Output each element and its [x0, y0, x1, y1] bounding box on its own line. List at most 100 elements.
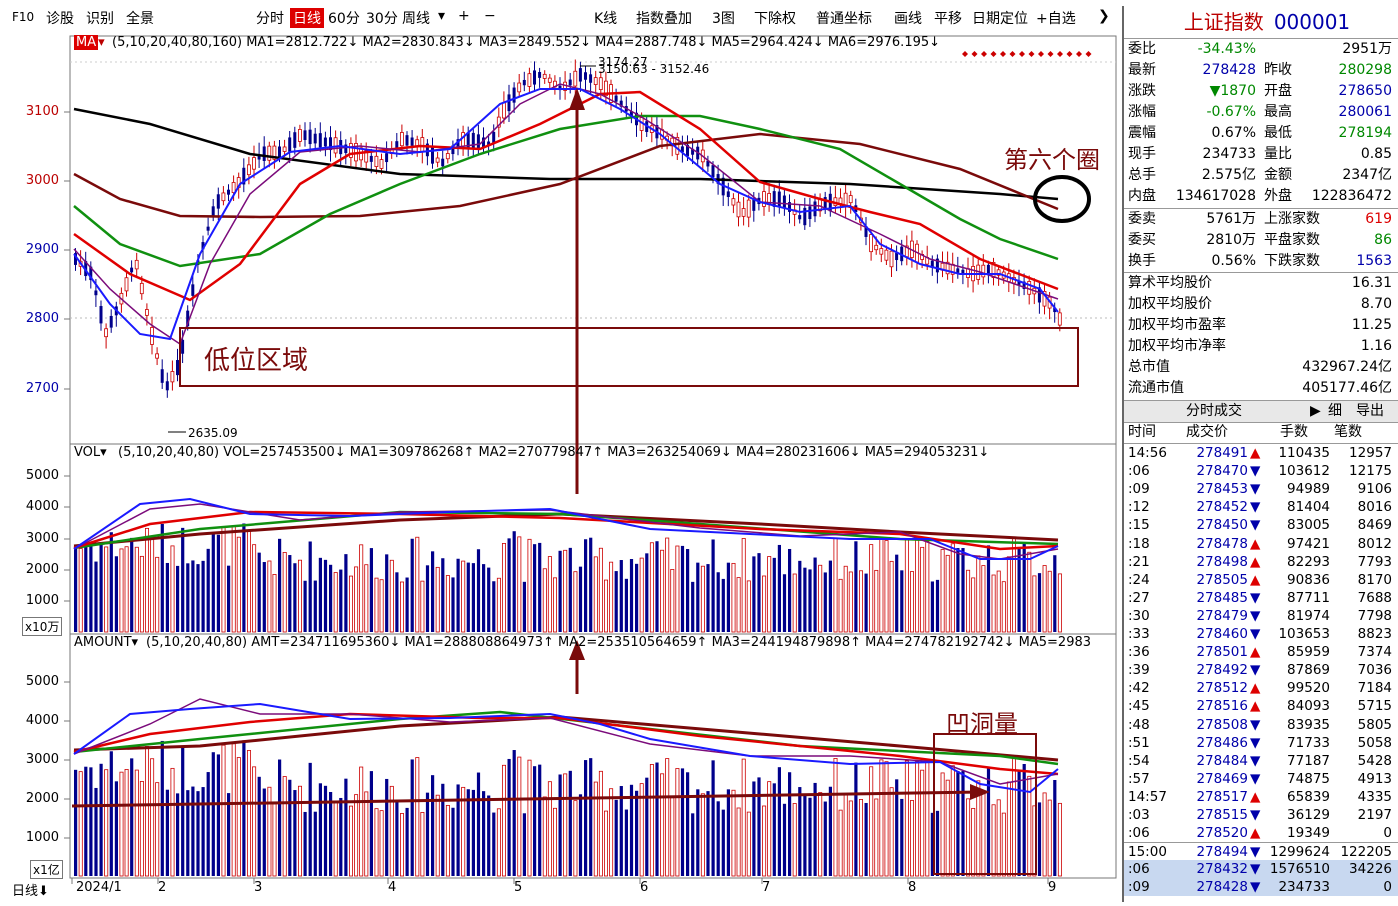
- watchlist-button[interactable]: +自选: [1036, 8, 1076, 28]
- tick-row: :15 278450 ▼ 83005 8469: [1124, 516, 1398, 534]
- tick-price: 278498: [1196, 553, 1248, 570]
- x-axis-label: 2024/1: [76, 880, 122, 895]
- candle: [318, 133, 322, 148]
- amount-bar: [139, 781, 144, 877]
- x-axis-label: 6: [640, 880, 649, 895]
- tick-volume: 84093: [1287, 698, 1330, 715]
- tick-row: :06 278432 ▼ 1576510 34226: [1124, 860, 1398, 879]
- amount-indicator-button[interactable]: AMOUNT▾: [74, 635, 138, 650]
- candle: [741, 208, 746, 217]
- ma-title: (5,10,20,40,80,160) MA1=2812.722↓ MA2=28…: [112, 35, 941, 50]
- quote-row: 委比 -34.43% 2951万: [1124, 39, 1398, 60]
- amount-bar: [991, 804, 996, 877]
- volume-bar: [920, 546, 925, 633]
- amount-bar: [94, 787, 98, 876]
- diagnose-button[interactable]: 诊股: [46, 8, 74, 28]
- tick-row: 14:57 278517 ▲ 65839 4335: [1124, 788, 1398, 806]
- tab-expand-icon[interactable]: ▶: [1310, 401, 1321, 422]
- volume-bar: [333, 572, 338, 633]
- index-overlay-button[interactable]: 指数叠加: [636, 8, 692, 28]
- export-button[interactable]: 导出: [1356, 401, 1384, 422]
- period-daily[interactable]: 日线: [290, 8, 324, 28]
- tab-detail[interactable]: 细: [1328, 401, 1342, 422]
- amount-bar: [231, 743, 236, 877]
- period-weekly[interactable]: 周线: [402, 8, 430, 28]
- zoom-in-button[interactable]: +: [458, 8, 470, 24]
- tick-count: 5805: [1357, 716, 1392, 733]
- period-30min[interactable]: 30分: [366, 8, 398, 28]
- bottom-period-tab[interactable]: 日线⬇: [12, 880, 49, 899]
- volume-bar: [155, 556, 160, 633]
- kline-chart[interactable]: [0, 34, 1120, 902]
- tick-count: 7374: [1357, 644, 1392, 661]
- candle: [227, 189, 230, 195]
- volume-bar: [568, 547, 572, 632]
- amount-bar: [691, 813, 695, 876]
- draw-line-button[interactable]: 画线: [894, 8, 922, 28]
- tick-direction-icon: ▲: [1250, 644, 1261, 661]
- amount-bar: [399, 813, 404, 877]
- volume-bar: [752, 556, 756, 632]
- volume-bar: [471, 563, 475, 632]
- pan-button[interactable]: 平移: [934, 8, 962, 28]
- volume-bar: [935, 579, 940, 632]
- volume-bar: [461, 560, 466, 633]
- amount-bar: [1047, 799, 1052, 877]
- candle: [507, 94, 511, 112]
- quote-label: 涨跌: [1128, 83, 1156, 99]
- tab-intraday-trades[interactable]: 分时成交: [1186, 401, 1242, 422]
- volume-bar: [818, 564, 823, 633]
- kline-button[interactable]: K线: [594, 8, 617, 28]
- tick-price: 278505: [1196, 571, 1248, 588]
- tick-count: 122205: [1340, 844, 1392, 861]
- f10-button[interactable]: F10: [12, 10, 34, 24]
- period-dropdown-icon[interactable]: ▾: [438, 8, 445, 24]
- candle: [568, 79, 572, 86]
- identify-button[interactable]: 识别: [86, 8, 114, 28]
- period-intraday[interactable]: 分时: [256, 8, 284, 28]
- tick-price: 278486: [1196, 734, 1248, 751]
- volume-bar: [492, 581, 496, 632]
- quote-label: 金额: [1264, 167, 1292, 183]
- volume-bar: [297, 559, 302, 633]
- volume-bar: [675, 545, 680, 633]
- amount-bar: [99, 763, 103, 876]
- vol-title: (5,10,20,40,80) VOL=257453500↓ MA1=30978…: [118, 445, 990, 460]
- coordinate-button[interactable]: 普通坐标: [816, 8, 872, 28]
- chart-area[interactable]: MA ▾ (5,10,20,40,80,160) MA1=2812.722↓ MA…: [0, 34, 1120, 902]
- period-60min[interactable]: 60分: [328, 8, 360, 28]
- volume-bar: [859, 570, 864, 633]
- amount-bar: [823, 801, 827, 876]
- collapse-panel-icon[interactable]: ❯: [1098, 8, 1110, 24]
- tick-direction-icon: ▼: [1250, 607, 1261, 624]
- volume-bar: [854, 541, 858, 632]
- volume-bar: [757, 553, 761, 632]
- candle: [130, 267, 134, 273]
- volume-bar: [348, 575, 353, 633]
- candle: [374, 155, 379, 167]
- amount-bar: [950, 765, 955, 877]
- vol-indicator-button[interactable]: VOL▾: [74, 445, 107, 460]
- tick-row: :18 278478 ▲ 97421 8012: [1124, 535, 1398, 553]
- ex-rights-button[interactable]: 下除权: [754, 8, 796, 28]
- candle: [573, 70, 578, 87]
- quote-row: 最新 278428 昨收 280298: [1124, 60, 1398, 81]
- panorama-button[interactable]: 全景: [126, 8, 154, 28]
- amount-bar: [155, 782, 160, 877]
- ma-indicator-button[interactable]: MA ▾: [74, 35, 105, 50]
- tick-direction-icon: ▲: [1250, 680, 1261, 697]
- candle: [578, 68, 582, 82]
- candle: [501, 102, 506, 119]
- amount-bar: [242, 740, 246, 876]
- signal-marker: [1009, 51, 1016, 57]
- amount-bar: [604, 810, 609, 877]
- volume-bar: [833, 537, 838, 633]
- three-chart-button[interactable]: 3图: [712, 8, 735, 28]
- quote-label: 内盘: [1128, 188, 1156, 204]
- zoom-out-button[interactable]: −: [484, 8, 496, 24]
- amount-bar: [589, 758, 593, 876]
- date-locate-button[interactable]: 日期定位: [972, 8, 1028, 28]
- amount-bar: [593, 781, 598, 877]
- volume-bar: [445, 575, 450, 633]
- amount-bar: [538, 764, 542, 876]
